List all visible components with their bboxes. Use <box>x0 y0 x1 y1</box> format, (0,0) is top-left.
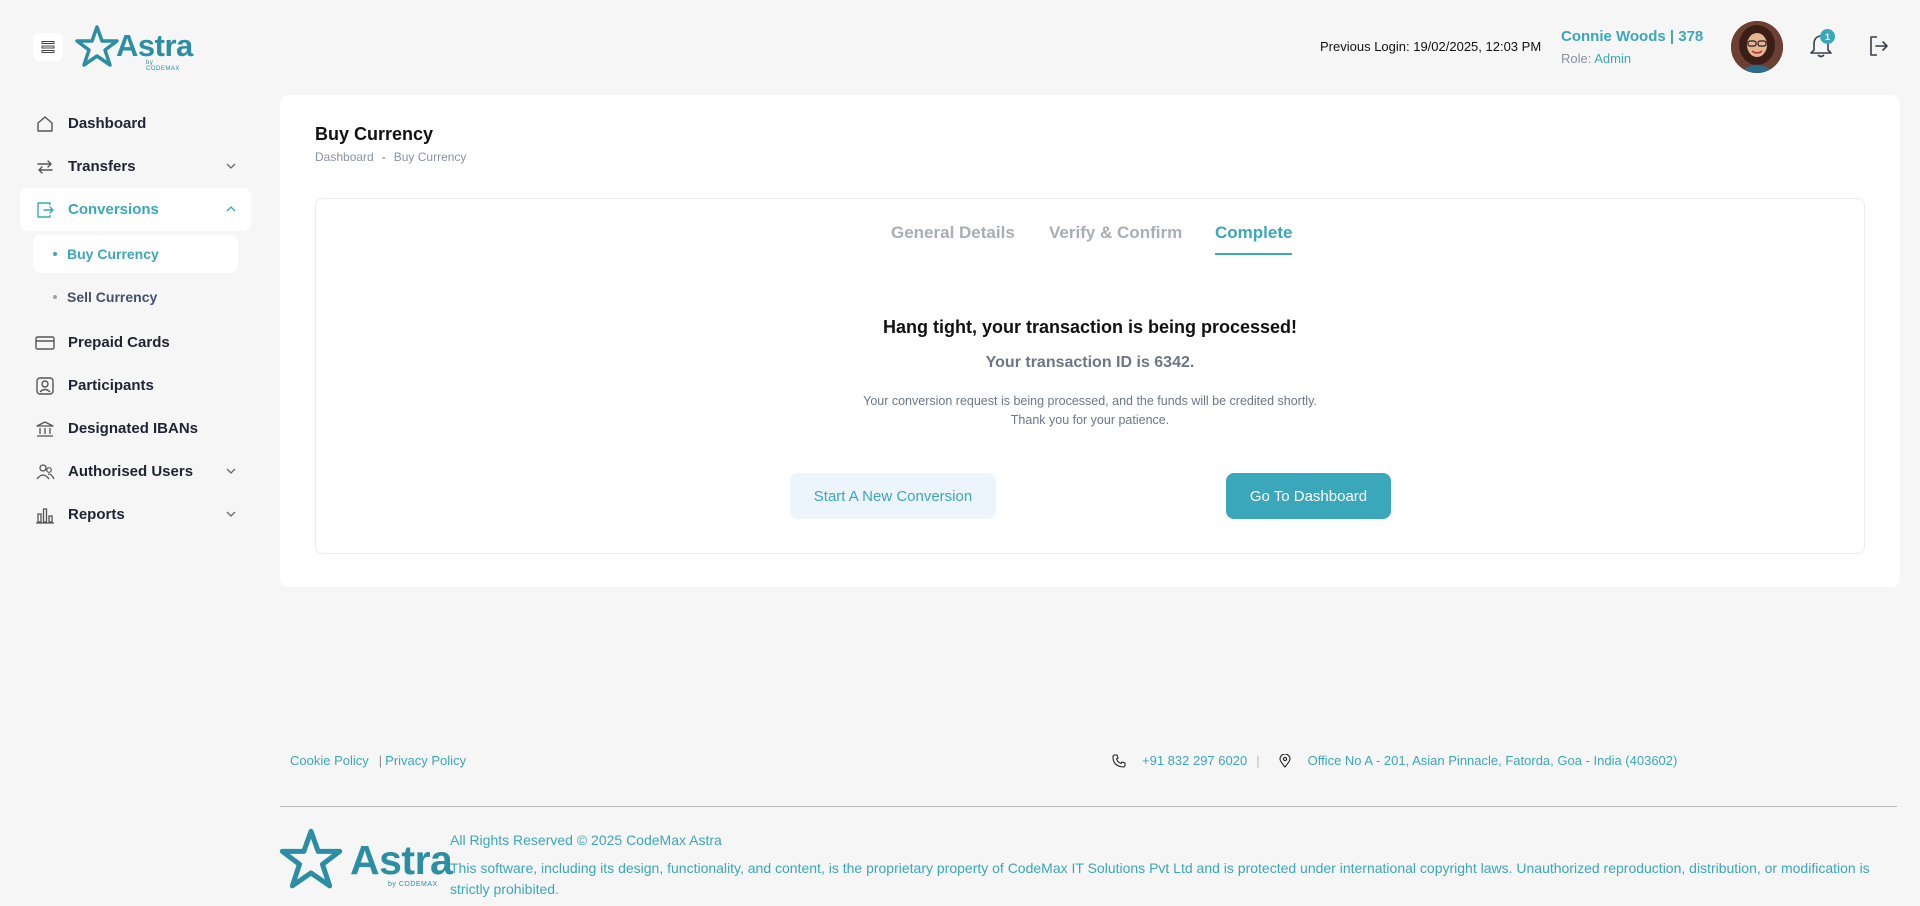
sidebar-item-label: Transfers <box>68 158 136 175</box>
notification-badge: 1 <box>1820 29 1835 44</box>
footer-astra-logo: Astra by CODEMAX <box>278 827 453 893</box>
sidebar-subitem-buy-currency[interactable]: Buy Currency <box>33 235 238 273</box>
status-message-title: Hang tight, your transaction is being pr… <box>882 317 1298 337</box>
footer-divider <box>280 806 1897 807</box>
star-logo-icon <box>279 828 343 889</box>
role-label: Role: <box>1561 51 1592 66</box>
menu-toggle-button[interactable] <box>33 33 63 61</box>
logo-text: Astra <box>116 28 193 63</box>
star-logo-icon <box>75 25 119 67</box>
stepper-panel: General Details Verify & Confirm Complet… <box>315 198 1865 554</box>
sidebar-subitem-label: Buy Currency <box>67 246 159 262</box>
legal-notice: This software, including its design, fun… <box>450 860 1870 897</box>
phone-icon <box>1112 753 1126 768</box>
breadcrumb-dashboard-link[interactable]: Dashboard <box>315 150 374 164</box>
sidebar-item-prepaid-cards[interactable]: Prepaid Cards <box>20 321 251 364</box>
cookie-policy-link[interactable]: Cookie Policy <box>290 753 369 768</box>
footer-separator: | <box>378 753 383 768</box>
footer-policy-links: Cookie Policy | Privacy Policy <box>290 753 466 768</box>
footer-logo-text: Astra <box>350 837 453 883</box>
sidebar-item-designated-ibans[interactable]: Designated IBANs <box>20 407 251 450</box>
home-icon <box>35 114 55 134</box>
footer-logo-subtext: by CODEMAX <box>388 881 438 888</box>
logout-icon[interactable] <box>1866 33 1892 59</box>
sidebar-item-label: Reports <box>68 506 125 523</box>
start-new-conversion-button[interactable]: Start A New Conversion <box>790 473 996 519</box>
user-name: Connie Woods | 378 <box>1561 28 1704 45</box>
chevron-down-icon <box>226 163 236 169</box>
bank-icon <box>35 419 55 439</box>
go-to-dashboard-button[interactable]: Go To Dashboard <box>1226 473 1391 519</box>
footer-contact: +91 832 297 6020 | Office No A - 201, As… <box>1112 753 1677 768</box>
sidebar: Dashboard Transfers Conversions Buy Curr… <box>20 102 251 536</box>
main-content-card: Buy Currency Dashboard - Buy Currency Ge… <box>280 95 1900 587</box>
tab-verify-confirm[interactable]: Verify & Confirm <box>1049 223 1182 253</box>
sidebar-item-label: Prepaid Cards <box>68 334 170 351</box>
status-message-body: Your conversion request is being process… <box>316 392 1864 430</box>
status-message-line: Thank you for your patience. <box>1010 413 1170 427</box>
tab-general-details[interactable]: General Details <box>891 223 1015 253</box>
transfer-arrows-icon <box>35 157 55 177</box>
sidebar-item-label: Dashboard <box>68 115 147 132</box>
sidebar-subitem-sell-currency[interactable]: Sell Currency <box>33 278 238 316</box>
sidebar-item-authorised-users[interactable]: Authorised Users <box>20 450 251 493</box>
chevron-up-icon <box>226 206 236 212</box>
users-icon <box>35 462 55 482</box>
menu-icon <box>41 41 55 53</box>
sidebar-item-label: Designated IBANs <box>68 420 199 437</box>
phone-number[interactable]: +91 832 297 6020 <box>1142 753 1247 768</box>
breadcrumb-current: Buy Currency <box>393 150 467 164</box>
top-header: Astra by CODEMAX Previous Login: 19/02/2… <box>0 0 1920 94</box>
sidebar-item-participants[interactable]: Participants <box>20 364 251 407</box>
previous-login: Previous Login: 19/02/2025, 12:03 PM <box>1320 39 1542 54</box>
tab-complete[interactable]: Complete <box>1215 223 1293 255</box>
stepper-tabs: General Details Verify & Confirm Complet… <box>316 223 1864 255</box>
breadcrumb-separator: - <box>381 150 386 164</box>
sidebar-item-conversions[interactable]: Conversions <box>20 188 251 231</box>
user-icon <box>35 376 55 396</box>
role-value: Admin <box>1594 51 1632 66</box>
card-icon <box>35 333 55 353</box>
bullet-icon <box>53 252 57 256</box>
status-message-line: Your conversion request is being process… <box>863 394 1317 408</box>
chevron-down-icon <box>226 511 236 517</box>
bar-chart-icon <box>35 505 55 525</box>
sidebar-item-label: Authorised Users <box>68 463 194 480</box>
footer-separator: | <box>1256 753 1260 768</box>
copyright-text: All Rights Reserved © 2025 CodeMax Astra <box>450 832 722 848</box>
sidebar-item-dashboard[interactable]: Dashboard <box>20 102 251 145</box>
sidebar-item-transfers[interactable]: Transfers <box>20 145 251 188</box>
bullet-icon <box>53 295 57 299</box>
user-role: Role: Admin <box>1561 51 1631 66</box>
avatar[interactable] <box>1731 21 1783 73</box>
office-address: Office No A - 201, Asian Pinnacle, Fator… <box>1307 753 1678 768</box>
astra-logo[interactable]: Astra by CODEMAX <box>74 24 193 72</box>
sidebar-item-label: Participants <box>68 377 154 394</box>
page-title: Buy Currency <box>315 124 434 144</box>
chevron-down-icon <box>226 468 236 474</box>
logo-subtext: by CODEMAX <box>146 60 180 72</box>
transaction-id-text: Your transaction ID is 6342. <box>985 354 1195 371</box>
breadcrumb: Dashboard - Buy Currency <box>315 150 466 164</box>
location-pin-icon <box>1278 753 1292 768</box>
avatar-image <box>1731 21 1783 73</box>
conversion-icon <box>35 200 55 220</box>
sidebar-item-label: Conversions <box>68 201 159 218</box>
privacy-policy-link[interactable]: Privacy Policy <box>385 753 466 768</box>
sidebar-item-reports[interactable]: Reports <box>20 493 251 536</box>
sidebar-subitem-label: Sell Currency <box>67 289 158 305</box>
